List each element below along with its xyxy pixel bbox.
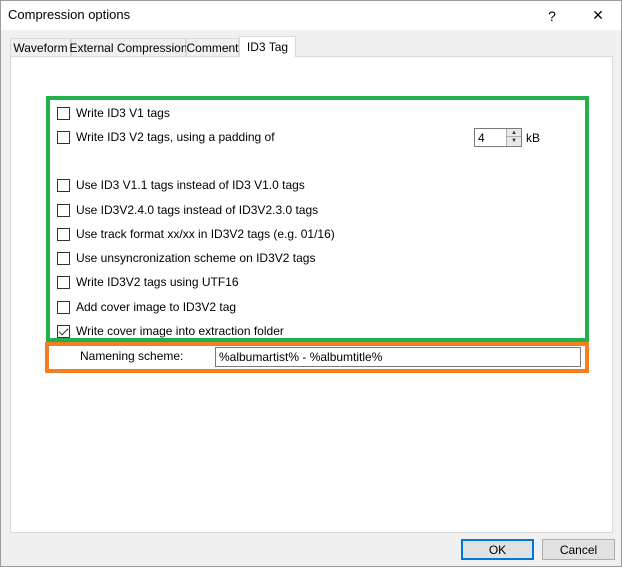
cancel-button[interactable]: Cancel <box>542 539 615 560</box>
compression-options-dialog: Compression options ? ✕ Waveform Externa… <box>0 0 622 567</box>
spin-down-icon[interactable]: ▼ <box>507 137 521 145</box>
write-id3v2-option[interactable]: Write ID3 V2 tags, using a padding of <box>57 129 275 145</box>
track-format-checkbox[interactable] <box>57 227 70 241</box>
tab-waveform[interactable]: Waveform <box>10 38 71 56</box>
unsync-scheme-option[interactable]: Use unsyncronization scheme on ID3V2 tag… <box>57 250 315 266</box>
naming-scheme-label: Namening scheme: <box>80 349 184 363</box>
unsync-scheme-checkbox[interactable] <box>57 251 70 265</box>
close-button[interactable]: ✕ <box>575 1 621 30</box>
use-id3v240-option[interactable]: Use ID3V2.4.0 tags instead of ID3V2.3.0 … <box>57 202 318 218</box>
write-id3v2-label: Write ID3 V2 tags, using a padding of <box>76 130 275 144</box>
use-id3v240-checkbox[interactable] <box>57 203 70 217</box>
write-id3v1-option[interactable]: Write ID3 V1 tags <box>57 105 170 121</box>
help-button[interactable]: ? <box>529 1 575 30</box>
ok-button[interactable]: OK <box>461 539 534 560</box>
add-cover-option[interactable]: Add cover image to ID3V2 tag <box>57 299 236 315</box>
cover-extraction-checkbox[interactable] <box>57 324 70 338</box>
window-title: Compression options <box>8 7 131 22</box>
padding-unit-label: kB <box>526 131 541 145</box>
track-format-label: Use track format xx/xx in ID3V2 tags (e.… <box>76 227 335 241</box>
padding-value[interactable]: 4 <box>478 131 485 145</box>
tab-id3-tag[interactable]: ID3 Tag <box>239 36 296 57</box>
utf16-option[interactable]: Write ID3V2 tags using UTF16 <box>57 274 239 290</box>
use-id3v11-checkbox[interactable] <box>57 178 70 192</box>
padding-spin-buttons: ▲ ▼ <box>506 129 521 146</box>
track-format-option[interactable]: Use track format xx/xx in ID3V2 tags (e.… <box>57 226 335 242</box>
naming-scheme-input[interactable] <box>215 347 581 367</box>
write-id3v1-checkbox[interactable] <box>57 106 70 120</box>
use-id3v11-option[interactable]: Use ID3 V1.1 tags instead of ID3 V1.0 ta… <box>57 177 305 193</box>
tab-comment[interactable]: Comment <box>186 38 239 56</box>
close-icon: ✕ <box>592 7 604 23</box>
cover-extraction-option[interactable]: Write cover image into extraction folder <box>57 323 284 339</box>
write-id3v1-label: Write ID3 V1 tags <box>76 106 170 120</box>
write-id3v2-checkbox[interactable] <box>57 130 70 144</box>
add-cover-label: Add cover image to ID3V2 tag <box>76 300 237 314</box>
help-icon: ? <box>548 7 556 24</box>
utf16-label: Write ID3V2 tags using UTF16 <box>76 275 239 289</box>
use-id3v11-label: Use ID3 V1.1 tags instead of ID3 V1.0 ta… <box>76 178 305 192</box>
title-bar: Compression options ? ✕ <box>1 1 621 30</box>
unsync-scheme-label: Use unsyncronization scheme on ID3V2 tag… <box>76 251 316 265</box>
add-cover-checkbox[interactable] <box>57 300 70 314</box>
utf16-checkbox[interactable] <box>57 275 70 289</box>
tab-external-compression[interactable]: External Compression <box>69 38 188 56</box>
use-id3v240-label: Use ID3V2.4.0 tags instead of ID3V2.3.0 … <box>76 203 319 217</box>
spin-up-icon[interactable]: ▲ <box>507 129 521 137</box>
cover-extraction-label: Write cover image into extraction folder <box>76 324 284 338</box>
padding-spinner[interactable]: 4 ▲ ▼ <box>474 128 522 147</box>
